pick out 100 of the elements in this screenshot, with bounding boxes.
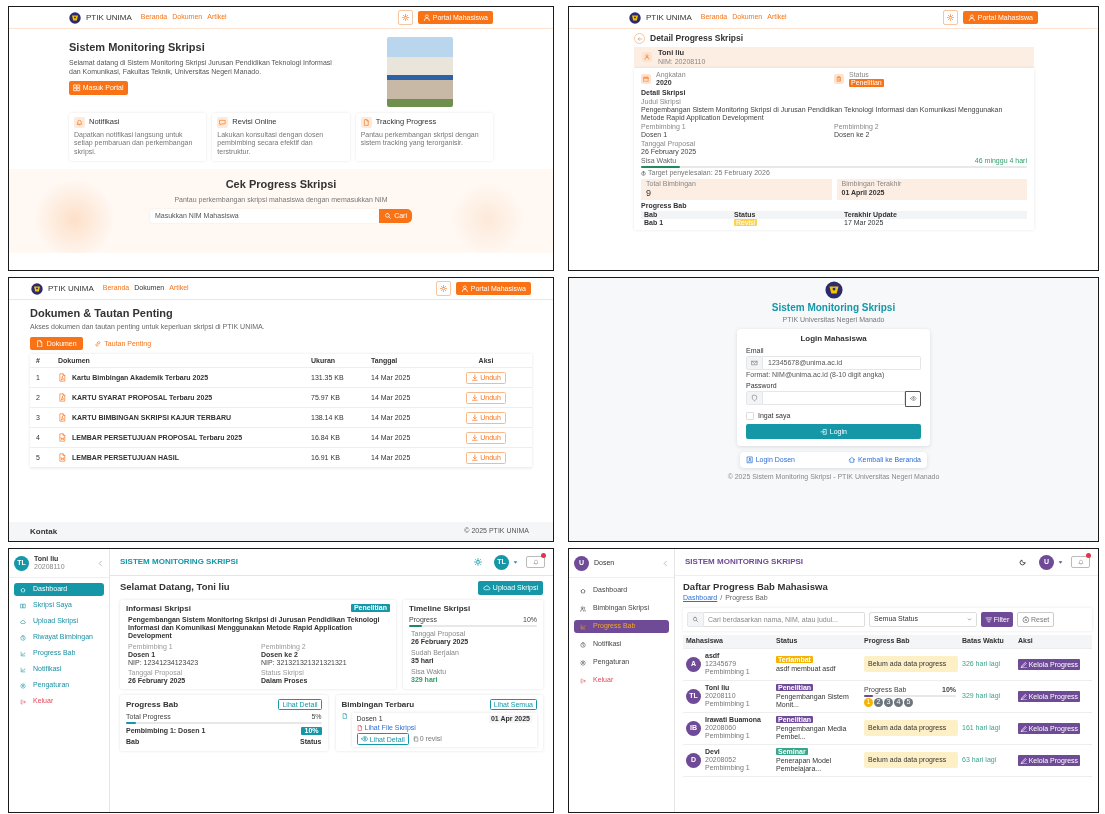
gear-icon [20, 682, 26, 689]
bell-icon [74, 117, 85, 128]
notification-badge [541, 553, 546, 558]
app-title: Sistem Monitoring Skripsi [771, 302, 896, 314]
card-title: Timeline Skripsi [409, 603, 471, 613]
download-icon [471, 414, 479, 422]
card-title: Informasi Skripsi [126, 603, 191, 613]
emblem-icon [69, 11, 81, 24]
copy-icon [412, 736, 419, 743]
logout-icon [580, 677, 586, 684]
theme-toggle-button[interactable] [943, 10, 959, 25]
page-title: Dokumen & Tautan Penting [30, 307, 174, 320]
users-icon [580, 605, 586, 612]
moon-icon [1019, 558, 1027, 566]
file-icon [58, 373, 67, 383]
file-icon [341, 713, 348, 720]
brand-name[interactable]: PTIK UNIMA [646, 12, 692, 23]
eye-icon [360, 735, 369, 744]
notifications-button[interactable] [1071, 556, 1090, 568]
edit-icon [1020, 660, 1028, 669]
footer-title: Kontak [30, 526, 58, 536]
cloud-icon [20, 618, 26, 625]
section-title: Cek Progress Skripsi [225, 178, 337, 191]
file-icon [58, 393, 67, 403]
chart-icon [580, 623, 586, 630]
clipboard-icon [834, 73, 844, 84]
home-icon [848, 456, 856, 464]
password-field[interactable] [763, 390, 905, 405]
filter-icon [985, 615, 993, 624]
login-icon [820, 427, 828, 436]
file-icon [58, 433, 67, 443]
logout-icon [20, 698, 26, 705]
file-icon [360, 117, 372, 128]
cloud-icon [483, 584, 491, 592]
caret-icon [1058, 559, 1063, 565]
photo-placeholder [387, 37, 453, 107]
file-icon [36, 339, 44, 348]
user-icon [423, 13, 431, 22]
emblem-icon [31, 282, 43, 295]
link-icon [93, 339, 102, 348]
download-icon [471, 454, 479, 462]
stat-value: 9 [646, 188, 652, 199]
page-title: Detail Progress Skripsi [650, 33, 744, 44]
theme-toggle-button[interactable] [436, 281, 452, 296]
user-icon [642, 52, 652, 63]
home-icon [20, 586, 26, 593]
sun-icon [947, 14, 955, 21]
chat-icon [217, 117, 229, 128]
app-title: SISTEM MONITORING SKRIPSI [685, 557, 804, 567]
show-password-button[interactable] [905, 390, 921, 407]
home-icon [580, 587, 586, 594]
grid-icon [73, 83, 81, 92]
theme-toggle-button[interactable] [398, 10, 414, 25]
clock-icon [20, 634, 26, 641]
notification-badge [1086, 553, 1091, 558]
chart-icon [20, 666, 26, 673]
sun-icon [474, 558, 482, 566]
shield-icon [746, 390, 763, 405]
caret-icon [513, 559, 518, 565]
bell-icon [532, 559, 539, 565]
chevrondown-icon [967, 616, 972, 622]
calendar-icon [641, 73, 651, 84]
notifications-button[interactable] [526, 556, 545, 568]
app-title: SISTEM MONITORING SKRIPSI [120, 557, 239, 567]
chevronleft-icon [662, 559, 669, 567]
file-icon [58, 413, 67, 423]
user-icon [968, 13, 976, 22]
card-title: Bimbingan Terbaru [341, 700, 415, 710]
back-button[interactable] [634, 33, 645, 44]
download-icon [471, 374, 479, 382]
chevronleft-icon [97, 559, 104, 567]
edit-icon [1020, 756, 1028, 765]
eye-icon [909, 395, 917, 403]
search-icon [687, 611, 704, 627]
chart-icon [20, 650, 26, 657]
page-title: Daftar Progress Bab Mahasiswa [683, 582, 829, 593]
info-icon [641, 170, 646, 176]
mail-icon [746, 355, 763, 370]
remember-checkbox[interactable] [746, 411, 754, 420]
sun-icon [440, 285, 448, 292]
sun-icon [402, 14, 410, 21]
file-icon [58, 453, 67, 463]
download-icon [471, 394, 479, 402]
edit-icon [1020, 692, 1028, 701]
hero-title: Sistem Monitoring Skripsi [69, 41, 206, 54]
book-icon [20, 602, 26, 609]
brand-name[interactable]: PTIK UNIMA [48, 283, 94, 294]
reset-icon [1022, 615, 1030, 624]
user-icon [461, 284, 469, 293]
card-title: Progress Bab [126, 700, 179, 710]
brand-name[interactable]: PTIK UNIMA [86, 12, 132, 23]
search-icon [384, 211, 393, 220]
welcome-title: Selamat Datang, Toni liu [120, 582, 230, 594]
file-icon [356, 725, 363, 732]
download-icon [471, 434, 479, 442]
arrowleft-icon [636, 35, 643, 42]
idcard-icon [746, 456, 754, 464]
emblem-icon [629, 11, 641, 24]
edit-icon [1020, 724, 1028, 733]
gear-icon [580, 659, 586, 666]
